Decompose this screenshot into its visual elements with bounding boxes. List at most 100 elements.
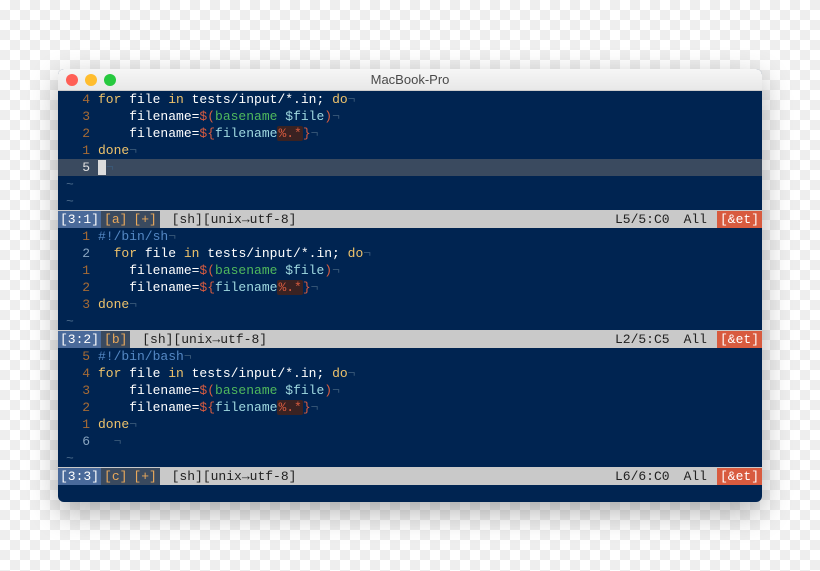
pane-id: [3:3] — [58, 468, 101, 485]
code-line[interactable]: 4for file in tests/input/*.in; do¬ — [58, 365, 762, 382]
code-line[interactable]: 3done¬ — [58, 296, 762, 313]
code-line[interactable]: 4for file in tests/input/*.in; do¬ — [58, 91, 762, 108]
code-line[interactable]: 1 filename=$(basename $file)¬ — [58, 262, 762, 279]
code-line[interactable]: 3 filename=$(basename $file)¬ — [58, 108, 762, 125]
code-content: filename=${filename%.*}¬ — [98, 125, 762, 142]
code-line[interactable]: 3 filename=$(basename $file)¬ — [58, 382, 762, 399]
empty-line: ~ — [58, 193, 762, 210]
filetype-label: [sh][unix→utf-8] — [160, 468, 301, 485]
code-token: ¬ — [332, 383, 340, 398]
code-token: for — [114, 246, 137, 261]
code-token: file — [137, 246, 184, 261]
code-token: } — [303, 400, 311, 415]
code-token: in — [168, 92, 184, 107]
code-content: filename=$(basename $file)¬ — [98, 262, 762, 279]
code-line[interactable]: 2 filename=${filename%.*}¬ — [58, 279, 762, 296]
command-line[interactable] — [58, 485, 762, 502]
cursor-position: L5/5:C0 — [611, 211, 674, 228]
code-token: ¬ — [311, 126, 319, 141]
code-content: for file in tests/input/*.in; do¬ — [98, 365, 762, 382]
code-line[interactable]: 6 ¬ — [58, 433, 762, 450]
code-token: ¬ — [129, 143, 137, 158]
code-content: for file in tests/input/*.in; do¬ — [98, 245, 762, 262]
line-number: 3 — [58, 382, 98, 399]
code-token: %.* — [277, 126, 302, 141]
line-number: 1 — [58, 416, 98, 433]
titlebar[interactable]: MacBook-Pro — [58, 69, 762, 91]
code-token: %.* — [277, 280, 302, 295]
status-line: [3:2][b] [sh][unix→utf-8]L2/5:C5All[&et] — [58, 330, 762, 348]
code-content: #!/bin/sh¬ — [98, 228, 762, 245]
code-token: file — [121, 92, 168, 107]
code-token: in — [184, 246, 200, 261]
code-token — [98, 246, 114, 261]
code-line[interactable]: 2 for file in tests/input/*.in; do¬ — [58, 245, 762, 262]
line-number: 3 — [58, 108, 98, 125]
code-line[interactable]: 1#!/bin/sh¬ — [58, 228, 762, 245]
code-token: do — [332, 366, 348, 381]
code-token: do — [332, 92, 348, 107]
line-number: 1 — [58, 262, 98, 279]
code-token: filename= — [98, 126, 199, 141]
cursor-position: L2/5:C5 — [611, 331, 674, 348]
code-content: ¬ — [98, 433, 762, 450]
code-token: ) — [324, 383, 332, 398]
code-token: filename= — [98, 400, 199, 415]
code-line[interactable]: 2 filename=${filename%.*}¬ — [58, 399, 762, 416]
line-number: 1 — [58, 228, 98, 245]
code-line[interactable]: 1done¬ — [58, 416, 762, 433]
code-token: $file — [285, 263, 324, 278]
code-line[interactable]: 5#!/bin/bash¬ — [58, 348, 762, 365]
code-token: filename — [215, 280, 277, 295]
code-token: filename= — [98, 109, 199, 124]
pane-id: [3:1] — [58, 211, 101, 228]
buffer-label: [a] — [101, 211, 130, 228]
code-token: #!/bin/sh — [98, 229, 168, 244]
editor-flags: [&et] — [717, 211, 762, 228]
code-token: ¬ — [332, 109, 340, 124]
buffer-label: [c] — [101, 468, 130, 485]
code-token: ¬ — [98, 434, 121, 449]
code-content: done¬ — [98, 296, 762, 313]
code-line[interactable]: 2 filename=${filename%.*}¬ — [58, 125, 762, 142]
code-token: for — [98, 366, 121, 381]
scroll-percent: All — [674, 211, 717, 228]
code-token: ¬ — [106, 160, 114, 175]
modified-flag: [+] — [130, 468, 159, 485]
filetype-label: [sh][unix→utf-8] — [160, 211, 301, 228]
code-token: ¬ — [184, 349, 192, 364]
code-token: ¬ — [332, 263, 340, 278]
code-content: filename=${filename%.*}¬ — [98, 399, 762, 416]
editor-area[interactable]: 4for file in tests/input/*.in; do¬3 file… — [58, 91, 762, 502]
code-content: done¬ — [98, 142, 762, 159]
editor-flags: [&et] — [717, 468, 762, 485]
code-line[interactable]: 5¬ — [58, 159, 762, 176]
code-token: for — [98, 92, 121, 107]
line-number: 3 — [58, 296, 98, 313]
tilde-icon: ~ — [58, 313, 74, 330]
code-token: done — [98, 143, 129, 158]
code-content: for file in tests/input/*.in; do¬ — [98, 91, 762, 108]
code-token: ¬ — [311, 280, 319, 295]
line-number: 4 — [58, 365, 98, 382]
code-content: #!/bin/bash¬ — [98, 348, 762, 365]
code-token: ${ — [199, 126, 215, 141]
code-token: filename — [215, 400, 277, 415]
code-token: ¬ — [348, 92, 356, 107]
status-line: [3:1][a][+] [sh][unix→utf-8]L5/5:C0All[&… — [58, 210, 762, 228]
code-token: $( — [199, 109, 215, 124]
code-token: ${ — [199, 280, 215, 295]
terminal-window: MacBook-Pro 4for file in tests/input/*.i… — [58, 69, 762, 502]
code-token: ¬ — [311, 400, 319, 415]
code-token: $( — [199, 263, 215, 278]
code-token: tests/input/*.in; — [199, 246, 347, 261]
code-token: filename= — [98, 263, 199, 278]
editor-flags: [&et] — [717, 331, 762, 348]
line-number: 2 — [58, 125, 98, 142]
code-line[interactable]: 1done¬ — [58, 142, 762, 159]
line-number: 5 — [58, 159, 98, 176]
code-token: do — [348, 246, 364, 261]
code-token: basename — [215, 109, 277, 124]
code-content: done¬ — [98, 416, 762, 433]
code-token: $file — [285, 109, 324, 124]
